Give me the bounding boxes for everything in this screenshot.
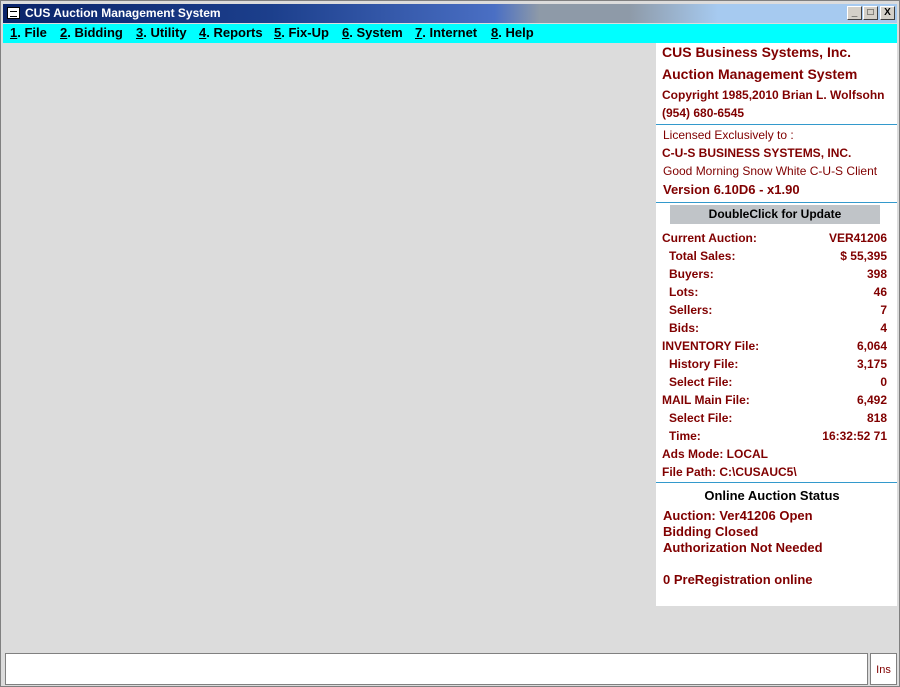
stat-label: Time: bbox=[669, 429, 701, 443]
window-title: CUS Auction Management System bbox=[25, 6, 221, 20]
stat-value: 6,492 bbox=[856, 393, 887, 407]
stat-value: 4 bbox=[880, 321, 887, 335]
stat-value: 818 bbox=[866, 411, 887, 425]
app-icon[interactable] bbox=[7, 7, 20, 19]
bidding-status: Bidding Closed bbox=[663, 524, 759, 539]
stat-label: History File: bbox=[669, 357, 739, 371]
licensed-label: Licensed Exclusively to : bbox=[663, 128, 794, 142]
stat-value: 398 bbox=[866, 267, 887, 281]
authorization-status: Authorization Not Needed bbox=[663, 540, 823, 555]
stat-row: Current Auction: VER41206 bbox=[662, 231, 887, 249]
greeting-text: Good Morning Snow White C-U-S Client bbox=[663, 164, 878, 178]
preregistration-count: 0 PreRegistration online bbox=[663, 572, 813, 587]
info-panel: CUS Business Systems, Inc. Auction Manag… bbox=[656, 43, 897, 606]
stat-label: Buyers: bbox=[669, 267, 714, 281]
online-status-heading: Online Auction Status bbox=[704, 488, 840, 503]
stat-row: Lots: 46 bbox=[662, 285, 887, 303]
stat-label: Sellers: bbox=[669, 303, 713, 317]
company-name: CUS Business Systems, Inc. bbox=[662, 44, 852, 60]
stat-label: File Path: C:\CUSAUC5\ bbox=[662, 465, 797, 479]
stat-label: MAIL Main File: bbox=[662, 393, 750, 407]
menu-internet[interactable]: 7. Internet bbox=[415, 25, 477, 40]
menu-file[interactable]: 1. File bbox=[10, 25, 47, 40]
stat-row: Total Sales: $ 55,395 bbox=[662, 249, 887, 267]
insert-mode-indicator: Ins bbox=[870, 653, 897, 685]
divider bbox=[656, 482, 897, 483]
divider bbox=[656, 124, 897, 125]
stat-label: Bids: bbox=[669, 321, 699, 335]
maximize-button[interactable]: □ bbox=[863, 6, 878, 20]
main-workspace[interactable] bbox=[3, 43, 655, 649]
stat-row: History File: 3,175 bbox=[662, 357, 887, 375]
menu-help[interactable]: 8. Help bbox=[491, 25, 534, 40]
menu-reports[interactable]: 4. Reports bbox=[199, 25, 263, 40]
stat-value: 6,064 bbox=[856, 339, 887, 353]
stat-label: Total Sales: bbox=[669, 249, 736, 263]
menu-bidding[interactable]: 2. Bidding bbox=[60, 25, 123, 40]
stat-label: Ads Mode: LOCAL bbox=[662, 447, 768, 461]
stat-row: Time: 16:32:52 71 bbox=[662, 429, 887, 447]
stat-row: MAIL Main File: 6,492 bbox=[662, 393, 887, 411]
menu-system[interactable]: 6. System bbox=[342, 25, 403, 40]
stat-value: 7 bbox=[880, 303, 887, 317]
stat-label: Current Auction: bbox=[662, 231, 757, 245]
stat-row: Select File: 0 bbox=[662, 375, 887, 393]
stat-row: Buyers: 398 bbox=[662, 267, 887, 285]
stat-row: Sellers: 7 bbox=[662, 303, 887, 321]
stat-value: 16:32:52 71 bbox=[822, 429, 887, 443]
version-text: Version 6.10D6 - x1.90 bbox=[663, 182, 800, 197]
product-name: Auction Management System bbox=[662, 66, 858, 82]
menu-utility[interactable]: 3. Utility bbox=[136, 25, 187, 40]
update-button[interactable]: DoubleClick for Update bbox=[670, 205, 880, 224]
stat-label: Lots: bbox=[669, 285, 699, 299]
stat-value: 0 bbox=[880, 375, 887, 389]
stat-row: Bids: 4 bbox=[662, 321, 887, 339]
minimize-button[interactable]: _ bbox=[847, 6, 862, 20]
menu-bar: 1. File 2. Bidding 3. Utility 4. Reports… bbox=[3, 24, 897, 43]
stat-label: INVENTORY File: bbox=[662, 339, 760, 353]
divider bbox=[656, 202, 897, 203]
stat-row: Select File: 818 bbox=[662, 411, 887, 429]
licensee-name: C-U-S BUSINESS SYSTEMS, INC. bbox=[662, 146, 852, 160]
stat-value: 46 bbox=[873, 285, 887, 299]
title-bar[interactable]: CUS Auction Management System _ □ X bbox=[3, 4, 897, 23]
status-input-field[interactable] bbox=[5, 653, 868, 685]
stat-row: INVENTORY File: 6,064 bbox=[662, 339, 887, 357]
stat-label: Select File: bbox=[669, 375, 733, 389]
stat-label: Select File: bbox=[669, 411, 733, 425]
online-auction-status: Auction: Ver41206 Open bbox=[663, 508, 813, 523]
phone-number: (954) 680-6545 bbox=[662, 106, 745, 120]
stat-value: VER41206 bbox=[828, 231, 887, 245]
menu-fix-up[interactable]: 5. Fix-Up bbox=[274, 25, 329, 40]
stat-row: Ads Mode: LOCAL bbox=[662, 447, 887, 465]
app-window: CUS Auction Management System _ □ X 1. F… bbox=[0, 0, 900, 687]
copyright-text: Copyright 1985,2010 Brian L. Wolfsohn bbox=[662, 88, 885, 102]
stat-row: File Path: C:\CUSAUC5\ bbox=[662, 465, 887, 483]
stat-value: 3,175 bbox=[856, 357, 887, 371]
close-button[interactable]: X bbox=[880, 6, 895, 20]
stat-value: $ 55,395 bbox=[840, 249, 887, 263]
